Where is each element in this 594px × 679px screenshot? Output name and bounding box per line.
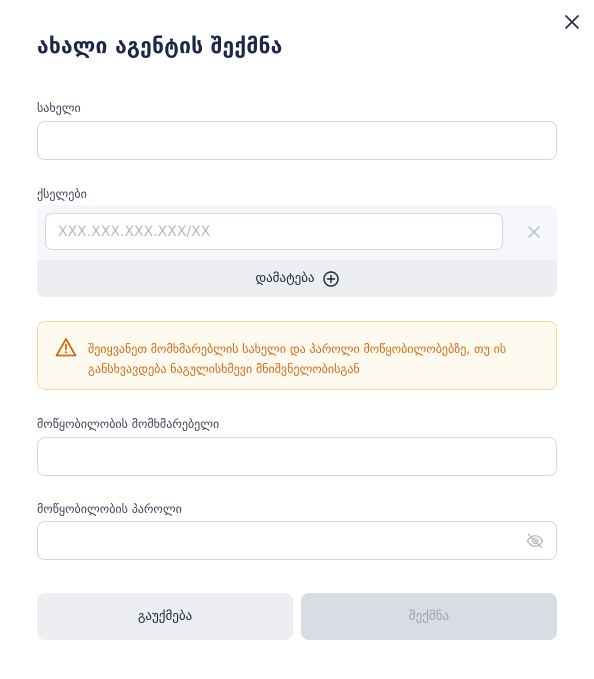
name-label: სახელი — [37, 101, 81, 115]
close-button[interactable] — [560, 10, 584, 34]
device-password-input[interactable] — [37, 521, 557, 560]
create-button[interactable]: შექმნა — [301, 593, 557, 640]
cancel-button[interactable]: გაუქმება — [37, 593, 293, 640]
dialog-title: ახალი აგენტის შექმნა — [37, 34, 283, 58]
plus-circle-icon — [322, 270, 339, 287]
toggle-password-visibility-button[interactable] — [525, 531, 545, 551]
device-user-label: მოწყობილობის მომხმარებელი — [37, 417, 220, 431]
warning-text: შეიყვანეთ მომხმარებლის სახელი და პაროლი … — [88, 342, 507, 376]
eye-off-icon — [526, 533, 544, 549]
create-button-label: შექმნა — [408, 609, 450, 624]
create-agent-dialog: ახალი აგენტის შექმნა სახელი ქსელები XXX.… — [0, 0, 594, 679]
warning-triangle-icon — [55, 338, 77, 357]
ip-input[interactable]: XXX.XXX.XXX.XXX/XX — [45, 213, 503, 250]
name-input[interactable] — [37, 121, 557, 160]
device-user-input[interactable] — [37, 437, 557, 476]
warning-alert: შეიყვანეთ მომხმარებლის სახელი და პაროლი … — [37, 321, 557, 390]
add-network-button[interactable]: დამატება — [37, 260, 557, 297]
remove-ip-button[interactable] — [525, 223, 543, 241]
cancel-button-label: გაუქმება — [137, 609, 193, 624]
ip-placeholder: XXX.XXX.XXX.XXX/XX — [58, 223, 211, 240]
networks-group: XXX.XXX.XXX.XXX/XX დამატება — [37, 205, 557, 297]
add-network-label: დამატება — [255, 271, 315, 286]
close-icon — [565, 15, 579, 29]
networks-label: ქსელები — [37, 187, 87, 201]
close-icon — [528, 226, 540, 238]
device-password-label: მოწყობილობის პაროლი — [37, 502, 182, 516]
